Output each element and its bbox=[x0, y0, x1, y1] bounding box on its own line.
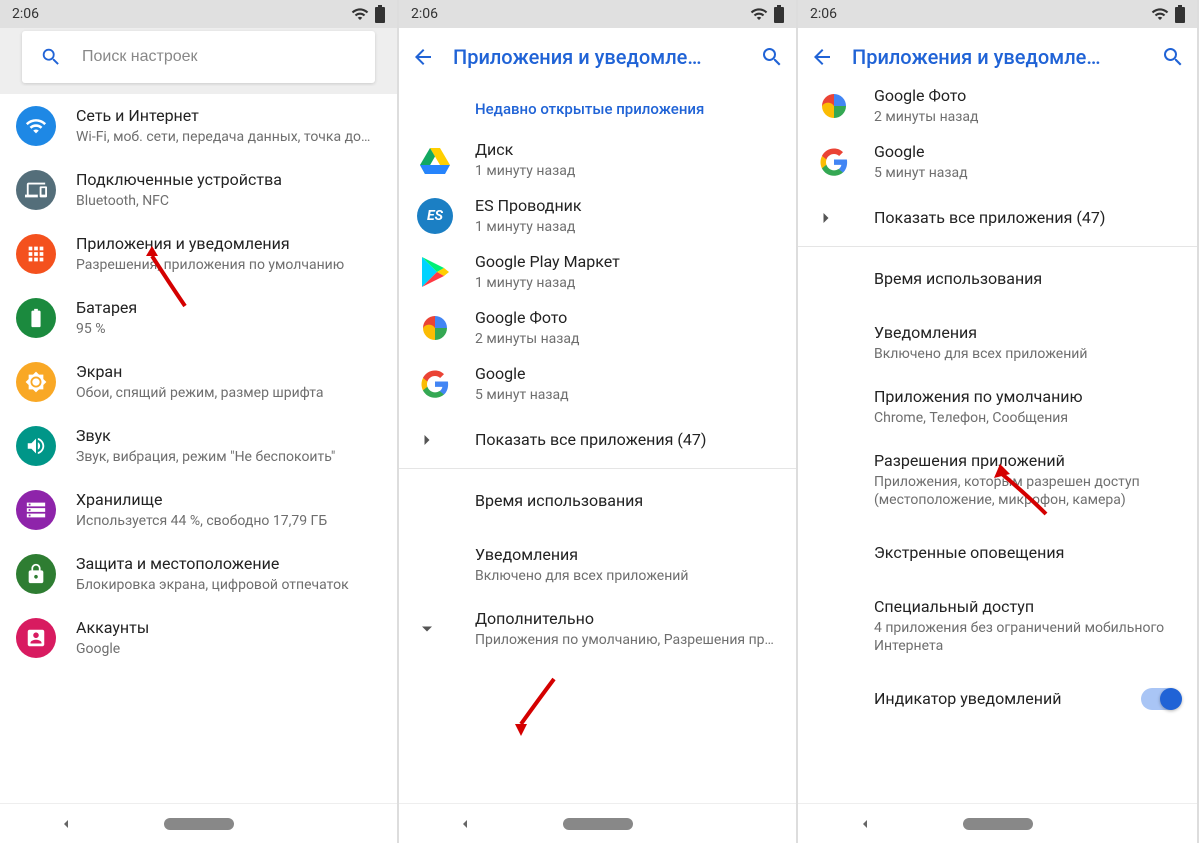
row-notification-indicator[interactable]: Индикатор уведомлений bbox=[798, 667, 1197, 731]
setting-storage[interactable]: ХранилищеИспользуется 44 %, свободно 17,… bbox=[0, 478, 397, 542]
status-time: 2:06 bbox=[810, 6, 837, 22]
search-settings[interactable] bbox=[22, 31, 375, 83]
apps-icon bbox=[16, 234, 56, 274]
status-time: 2:06 bbox=[411, 6, 438, 22]
search-input[interactable] bbox=[82, 48, 357, 66]
wifi-icon bbox=[750, 5, 768, 23]
setting-display[interactable]: ЭкранОбои, спящий режим, размер шрифта bbox=[0, 350, 397, 414]
row-app-permissions[interactable]: Разрешения приложенийПриложения, которым… bbox=[798, 439, 1197, 521]
app-google-photos[interactable]: Google Фото2 минуты назад bbox=[399, 300, 796, 356]
row-emergency-alerts[interactable]: Экстренные оповещения bbox=[798, 521, 1197, 585]
photos-icon bbox=[816, 88, 852, 124]
app-google-photos[interactable]: Google Фото2 минуты назад bbox=[798, 86, 1197, 134]
brightness-icon bbox=[16, 362, 56, 402]
es-icon: ES bbox=[417, 198, 453, 234]
toolbar-title: Приложения и уведомле… bbox=[852, 45, 1143, 69]
phone-apps-expanded: 2:06 Приложения и уведомле… Google Фото2… bbox=[798, 0, 1199, 843]
setting-battery[interactable]: Батарея95 % bbox=[0, 286, 397, 350]
storage-icon bbox=[16, 490, 56, 530]
home-pill[interactable] bbox=[164, 818, 234, 830]
setting-network[interactable]: Сеть и ИнтернетWi-Fi, моб. сети, передач… bbox=[0, 94, 397, 158]
app-google[interactable]: Google5 минут назад bbox=[798, 134, 1197, 190]
toolbar: Приложения и уведомле… bbox=[399, 28, 796, 86]
row-advanced[interactable]: ДополнительноПриложения по умолчанию, Ра… bbox=[399, 597, 796, 661]
devices-icon bbox=[16, 170, 56, 210]
photos-icon bbox=[417, 310, 453, 346]
phone-apps-notifications: 2:06 Приложения и уведомле… Недавно откр… bbox=[399, 0, 798, 843]
setting-accounts[interactable]: АккаунтыGoogle bbox=[0, 606, 397, 670]
status-time: 2:06 bbox=[12, 6, 39, 22]
row-notifications[interactable]: УведомленияВключено для всех приложений bbox=[798, 311, 1197, 375]
home-pill[interactable] bbox=[563, 818, 633, 830]
row-default-apps[interactable]: Приложения по умолчаниюChrome, Телефон, … bbox=[798, 375, 1197, 439]
chevron-right-icon bbox=[814, 208, 838, 228]
search-icon[interactable] bbox=[760, 45, 784, 69]
setting-apps-notifications[interactable]: Приложения и уведомленияРазрешения, прил… bbox=[0, 222, 397, 286]
app-play-market[interactable]: Google Play Маркет1 минуту назад bbox=[399, 244, 796, 300]
row-special-access[interactable]: Специальный доступ4 приложения без огран… bbox=[798, 585, 1197, 667]
app-google[interactable]: Google5 минут назад bbox=[399, 356, 796, 412]
battery-icon bbox=[774, 5, 784, 23]
show-all-apps[interactable]: Показать все приложения (47) bbox=[399, 412, 796, 468]
play-icon bbox=[417, 254, 453, 290]
recent-apps-link[interactable]: Недавно открытые приложения bbox=[399, 86, 796, 132]
search-icon[interactable] bbox=[1161, 45, 1185, 69]
toggle-switch[interactable] bbox=[1141, 688, 1181, 710]
statusbar: 2:06 bbox=[798, 0, 1197, 28]
battery-icon bbox=[1175, 5, 1185, 23]
search-icon bbox=[40, 46, 62, 68]
back-icon[interactable] bbox=[411, 45, 435, 69]
show-all-apps[interactable]: Показать все приложения (47) bbox=[798, 190, 1197, 246]
navbar bbox=[399, 803, 796, 843]
back-nav-icon[interactable] bbox=[457, 816, 473, 832]
drive-icon bbox=[417, 142, 453, 178]
setting-security[interactable]: Защита и местоположениеБлокировка экрана… bbox=[0, 542, 397, 606]
settings-list[interactable]: Сеть и ИнтернетWi-Fi, моб. сети, передач… bbox=[0, 94, 397, 803]
search-toolbar bbox=[0, 28, 397, 86]
toolbar: Приложения и уведомле… bbox=[798, 28, 1197, 86]
setting-sub: Wi-Fi, моб. сети, передача данных, точка… bbox=[76, 128, 381, 146]
back-nav-icon[interactable] bbox=[58, 816, 74, 832]
home-pill[interactable] bbox=[963, 818, 1033, 830]
navbar bbox=[798, 803, 1197, 843]
apps-content[interactable]: Недавно открытые приложения Диск1 минуту… bbox=[399, 86, 796, 803]
chevron-down-icon bbox=[415, 619, 439, 639]
toolbar-title: Приложения и уведомле… bbox=[453, 45, 742, 69]
setting-connected-devices[interactable]: Подключенные устройстваBluetooth, NFC bbox=[0, 158, 397, 222]
google-icon bbox=[417, 366, 453, 402]
row-notifications[interactable]: УведомленияВключено для всех приложений bbox=[399, 533, 796, 597]
back-icon[interactable] bbox=[810, 45, 834, 69]
google-icon bbox=[816, 144, 852, 180]
annotation-arrow bbox=[509, 674, 569, 744]
battery-icon bbox=[375, 5, 385, 23]
row-screen-time[interactable]: Время использования bbox=[798, 247, 1197, 311]
navbar bbox=[0, 803, 397, 843]
setting-title: Сеть и Интернет bbox=[76, 106, 381, 127]
phone-settings-main: 2:06 Сеть и ИнтернетWi-Fi, моб. сети, пе… bbox=[0, 0, 399, 843]
security-icon bbox=[16, 554, 56, 594]
chevron-right-icon bbox=[415, 430, 439, 450]
app-drive[interactable]: Диск1 минуту назад bbox=[399, 132, 796, 188]
apps-content-expanded[interactable]: Google Фото2 минуты назад Google5 минут … bbox=[798, 86, 1197, 803]
wifi-icon bbox=[1151, 5, 1169, 23]
app-es-explorer[interactable]: ES ES Проводник1 минуту назад bbox=[399, 188, 796, 244]
setting-sound[interactable]: ЗвукЗвук, вибрация, режим "Не беспокоить… bbox=[0, 414, 397, 478]
row-screen-time[interactable]: Время использования bbox=[399, 469, 796, 533]
back-nav-icon[interactable] bbox=[857, 816, 873, 832]
statusbar: 2:06 bbox=[399, 0, 796, 28]
wifi-icon bbox=[16, 106, 56, 146]
wifi-icon bbox=[351, 5, 369, 23]
statusbar: 2:06 bbox=[0, 0, 397, 28]
battery-icon bbox=[16, 298, 56, 338]
account-icon bbox=[16, 618, 56, 658]
sound-icon bbox=[16, 426, 56, 466]
